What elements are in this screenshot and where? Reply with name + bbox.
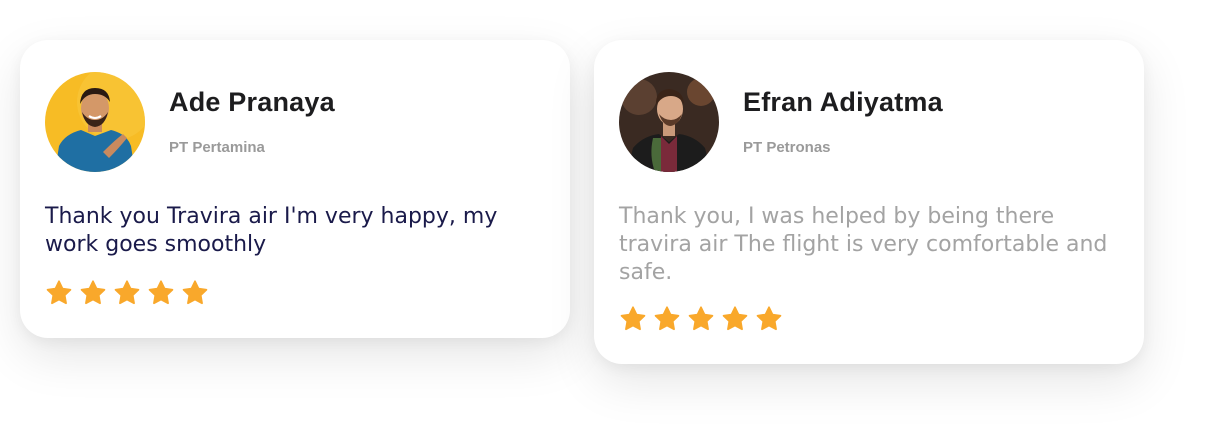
review-card: Efran Adiyatma PT Petronas Thank you, I …: [594, 40, 1144, 364]
avatar-photo-efran: [619, 72, 719, 172]
star-icon: [688, 306, 714, 331]
review-text: Thank you Travira air I'm very happy, my…: [45, 204, 498, 257]
review-card: Ade Pranaya PT Pertamina Thank you Travi…: [20, 40, 570, 338]
reviewer-name: Efran Adiyatma: [743, 87, 943, 117]
star-icon: [46, 280, 72, 305]
star-icon: [756, 306, 782, 331]
star-icon: [182, 280, 208, 305]
avatar-photo-ade: [45, 72, 145, 172]
star-icon: [114, 280, 140, 305]
avatar: [619, 72, 719, 172]
star-rating: [619, 306, 783, 332]
star-icon: [148, 280, 174, 305]
reviewer-name: Ade Pranaya: [169, 87, 335, 117]
star-icon: [80, 280, 106, 305]
review-text: Thank you, I was helped by being there t…: [619, 204, 1108, 285]
reviewer-company: PT Pertamina: [169, 139, 265, 156]
reviewer-company: PT Petronas: [743, 139, 831, 156]
star-icon: [620, 306, 646, 331]
star-icon: [722, 306, 748, 331]
avatar: [45, 72, 145, 172]
star-icon: [654, 306, 680, 331]
star-rating: [45, 280, 209, 306]
